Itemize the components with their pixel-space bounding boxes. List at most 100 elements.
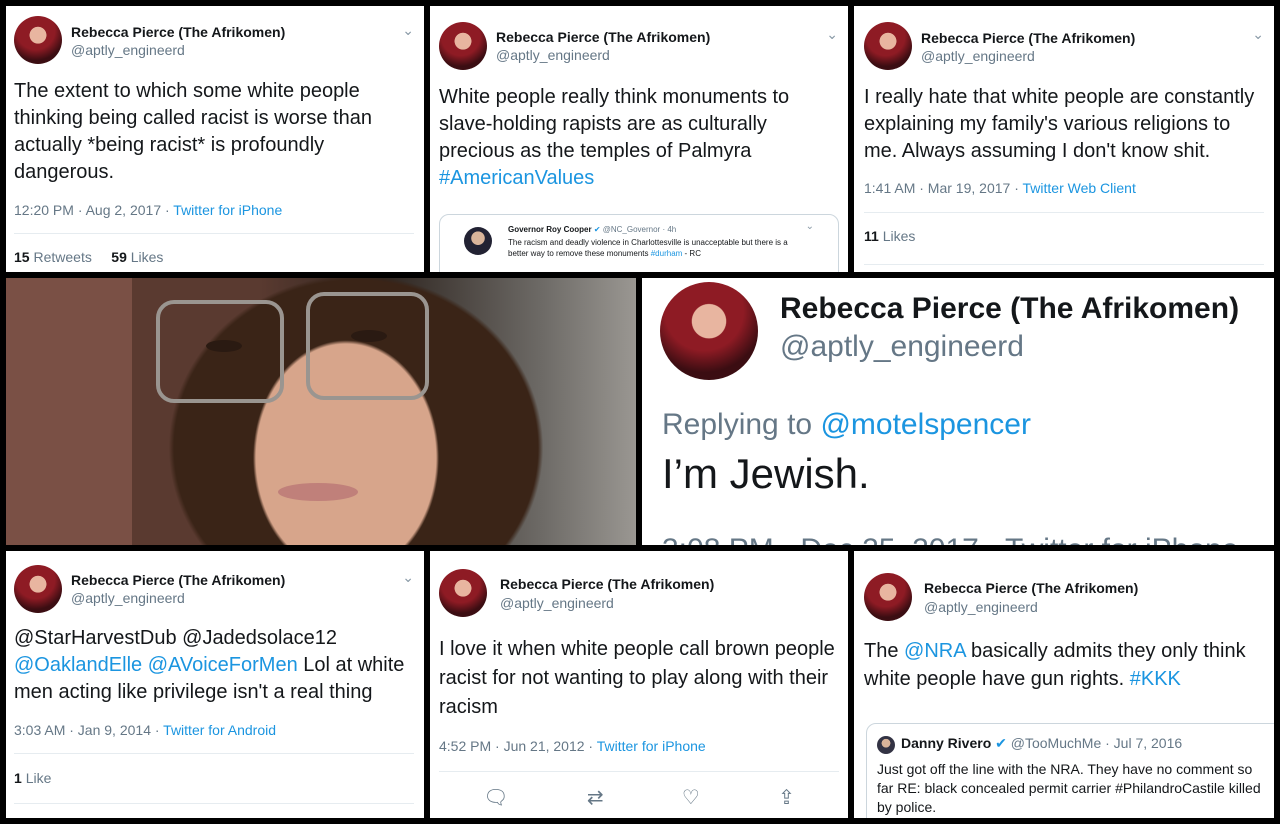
tweet-text: The @NRA basically admits they only thin…	[864, 637, 1274, 693]
tweet-text: I really hate that white people are cons…	[864, 86, 1255, 162]
divider	[864, 212, 1264, 213]
author-name[interactable]: Rebecca Pierce (The Afrikomen)	[500, 576, 714, 592]
author-handle[interactable]: @aptly_engineerd	[496, 47, 610, 63]
quoted-hashtag[interactable]: #durham	[651, 249, 683, 258]
retweet-icon[interactable]: ⇄	[587, 785, 604, 810]
divider	[864, 264, 1264, 265]
chevron-down-icon[interactable]: ⌄	[806, 221, 814, 232]
tweet-meta: 3:03 AM · Jan 9, 2014 · Twitter for Andr…	[14, 722, 276, 738]
verified-badge-icon: ✔	[593, 225, 601, 234]
author-handle[interactable]: @aptly_engineerd	[71, 42, 185, 58]
author-name[interactable]: Rebecca Pierce (The Afrikomen)	[780, 292, 1239, 326]
quoted-name[interactable]: Governor Roy Cooper	[508, 225, 592, 234]
author-name[interactable]: Rebecca Pierce (The Afrikomen)	[71, 572, 285, 588]
quoted-suffix: - RC	[682, 249, 701, 259]
tweet-time: 12:20 PM · Aug 2, 2017 ·	[14, 202, 174, 218]
author-name[interactable]: Rebecca Pierce (The Afrikomen)	[496, 29, 710, 45]
avatar[interactable]	[439, 22, 487, 70]
tweet-meta-cutoff: 3:08 PM · Dec 25, 2017 · Twitter for iPh…	[662, 533, 1238, 545]
chevron-down-icon[interactable]: ⌄	[402, 22, 414, 39]
author-handle[interactable]: @aptly_engineerd	[924, 599, 1038, 615]
tweet-text: @StarHarvestDub @Jadedsolace12 @OaklandE…	[14, 625, 416, 706]
tweet-pre: The	[864, 640, 905, 662]
share-icon[interactable]: ⇪	[778, 785, 795, 810]
tweet-time: 4:52 PM · Jun 21, 2012 ·	[439, 738, 597, 754]
quoted-name[interactable]: Danny Rivero	[901, 735, 991, 751]
tweet-text: The extent to which some white people th…	[14, 80, 372, 183]
quoted-tweet[interactable]: Governor Roy Cooper ✔ @NC_Governor · 4h …	[439, 214, 839, 272]
tweet-card-3: Rebecca Pierce (The Afrikomen) @aptly_en…	[854, 6, 1274, 272]
chevron-down-icon[interactable]: ⌄	[826, 26, 838, 43]
tweet-card-2: Rebecca Pierce (The Afrikomen) @aptly_en…	[430, 6, 848, 272]
quoted-author: Danny Rivero ✔ @TooMuchMe · Jul 7, 2016	[901, 735, 1182, 752]
author-handle[interactable]: @aptly_engineerd	[71, 590, 185, 606]
tweet-card-7: Rebecca Pierce (The Afrikomen) @aptly_en…	[854, 551, 1274, 818]
like-count[interactable]: 1	[14, 770, 22, 786]
quoted-tweet[interactable]: Danny Rivero ✔ @TooMuchMe · Jul 7, 2016 …	[866, 723, 1274, 818]
author-name[interactable]: Rebecca Pierce (The Afrikomen)	[921, 30, 1135, 46]
tweet-card-1: Rebecca Pierce (The Afrikomen) @aptly_en…	[6, 6, 424, 272]
divider	[14, 803, 414, 804]
like-count[interactable]: 11	[864, 228, 879, 244]
nra-mention-link[interactable]: @NRA	[904, 640, 965, 662]
tweet-client-link[interactable]: Twitter for iPhone	[597, 738, 706, 754]
quoted-author: Governor Roy Cooper ✔ @NC_Governor · 4h	[508, 225, 676, 234]
tweet-stats: 1 Like	[14, 770, 51, 786]
tweet-time: 3:03 AM · Jan 9, 2014 ·	[14, 722, 164, 738]
author-handle[interactable]: @aptly_engineerd	[921, 48, 1035, 64]
glasses-right-lens	[306, 292, 429, 400]
tweet-meta: 4:52 PM · Jun 21, 2012 · Twitter for iPh…	[439, 738, 706, 754]
tweet-client-link[interactable]: Twitter for iPhone	[173, 202, 282, 218]
divider	[14, 233, 414, 234]
likes-label[interactable]: Like	[26, 770, 52, 786]
tweet-text: I love it when white people call brown p…	[439, 638, 835, 718]
eye-right	[351, 330, 387, 342]
author-name[interactable]: Rebecca Pierce (The Afrikomen)	[71, 24, 285, 40]
tweet-text: I’m Jewish.	[662, 450, 870, 497]
reply-to-link[interactable]: @motelspencer	[820, 408, 1031, 441]
quoted-text: The racism and deadly violence in Charlo…	[508, 237, 808, 259]
tweet-time: 1:41 AM · Mar 19, 2017 ·	[864, 180, 1023, 196]
avatar[interactable]	[864, 22, 912, 70]
hashtag-link[interactable]: #KKK	[1130, 668, 1181, 690]
tweet-stats: 15 Retweets 59 Likes	[14, 249, 163, 265]
avatar[interactable]	[14, 16, 62, 64]
verified-badge-icon: ✔	[995, 735, 1007, 751]
quoted-handle[interactable]: @NC_Governor · 4h	[603, 225, 676, 234]
avatar[interactable]	[439, 569, 487, 617]
retweet-count[interactable]: 15	[14, 249, 30, 265]
avatar[interactable]	[660, 282, 758, 380]
quoted-avatar[interactable]	[877, 736, 895, 754]
avatar[interactable]	[864, 573, 912, 621]
tweet-client-link[interactable]: Twitter for Android	[163, 722, 276, 738]
tweet-card-6: Rebecca Pierce (The Afrikomen) @aptly_en…	[430, 551, 848, 818]
likes-label[interactable]: Likes	[131, 249, 164, 265]
author-name[interactable]: Rebecca Pierce (The Afrikomen)	[924, 580, 1138, 596]
tweet-body: White people really think monuments to s…	[439, 86, 790, 162]
hashtag-link[interactable]: #AmericanValues	[439, 167, 594, 189]
mention-links[interactable]: @OaklandElle @AVoiceForMen	[14, 654, 298, 676]
avatar[interactable]	[14, 565, 62, 613]
author-handle[interactable]: @aptly_engineerd	[500, 595, 614, 611]
selfie-photo	[6, 278, 636, 545]
divider	[439, 771, 839, 772]
chevron-down-icon[interactable]: ⌄	[1252, 26, 1264, 43]
divider	[14, 753, 414, 754]
quoted-handle[interactable]: @TooMuchMe · Jul 7, 2016	[1011, 735, 1182, 751]
tweet-meta: 1:41 AM · Mar 19, 2017 · Twitter Web Cli…	[864, 180, 1136, 196]
tweet-client-link[interactable]: Twitter Web Client	[1023, 180, 1136, 196]
reply-icon[interactable]: 🗨	[483, 785, 508, 810]
quoted-avatar[interactable]	[464, 227, 492, 255]
tweet-card-4: Rebecca Pierce (The Afrikomen) @aptly_en…	[642, 278, 1274, 545]
tweet-stats: 11 Likes	[864, 228, 915, 244]
likes-label[interactable]: Likes	[883, 228, 916, 244]
retweets-label[interactable]: Retweets	[33, 249, 91, 265]
mentions: @StarHarvestDub @Jadedsolace12	[14, 627, 337, 649]
author-handle[interactable]: @aptly_engineerd	[780, 330, 1024, 364]
reply-context: Replying to @motelspencer	[662, 408, 1031, 442]
reply-prefix: Replying to	[662, 408, 821, 441]
like-count[interactable]: 59	[111, 249, 127, 265]
chevron-down-icon[interactable]: ⌄	[402, 569, 414, 586]
like-icon[interactable]: ♡	[682, 785, 700, 810]
tweet-text: White people really think monuments to s…	[439, 84, 840, 192]
